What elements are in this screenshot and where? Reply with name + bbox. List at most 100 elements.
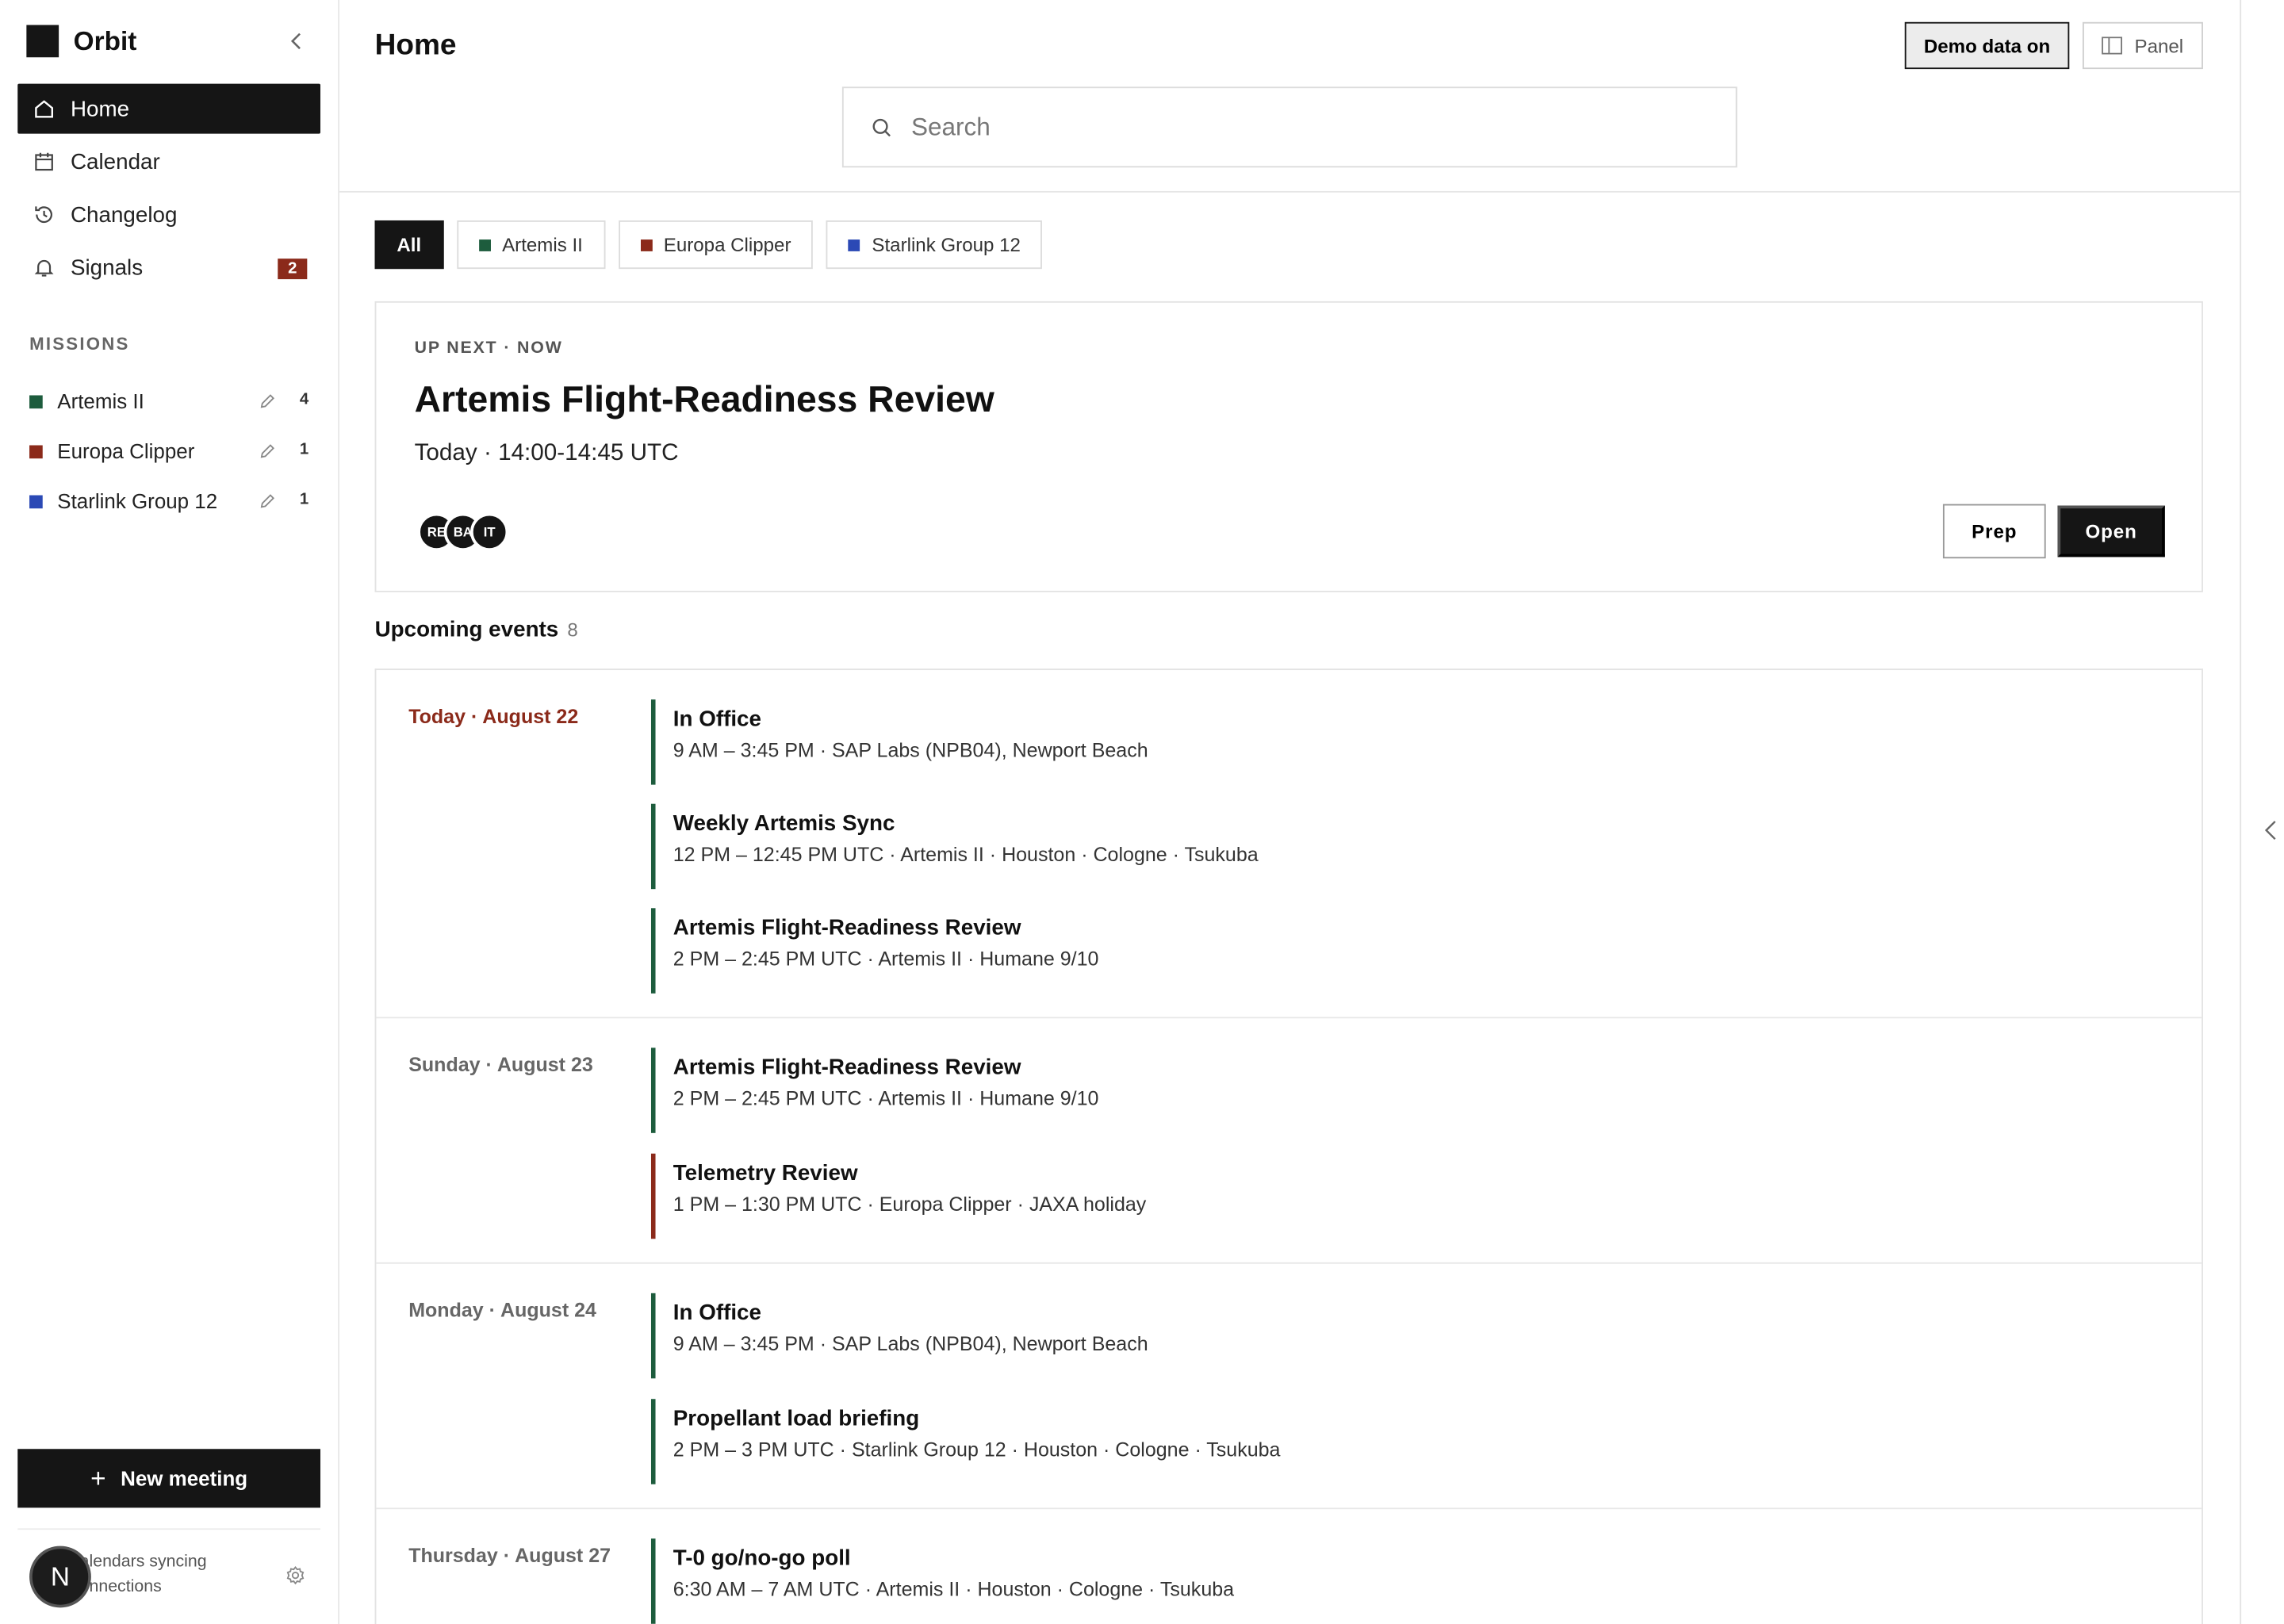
event-item[interactable]: T-0 go/no-go poll 6:30 AM – 7 AM UTC · A… [650, 1538, 1235, 1624]
filter-chip-artemis[interactable]: Artemis II [456, 220, 605, 270]
sidebar-item-label: Calendar [70, 149, 160, 174]
filter-chip-label: All [397, 233, 422, 256]
filter-chip-europa[interactable]: Europa Clipper [618, 220, 814, 270]
calendar-icon [35, 152, 53, 171]
sidebar-item-changelog[interactable]: Changelog [17, 190, 320, 239]
up-next-card: UP NEXT · NOW Artemis Flight-Readiness R… [374, 301, 2203, 592]
search-input[interactable] [910, 112, 1676, 142]
filter-chip-starlink[interactable]: Starlink Group 12 [826, 220, 1043, 270]
pencil-icon[interactable] [259, 492, 276, 510]
event-title: Propellant load briefing [673, 1406, 920, 1432]
mission-name: Europa Clipper [57, 439, 195, 463]
mission-count: 1 [299, 440, 309, 459]
event-item[interactable]: In Office 9 AM – 3:45 PM · SAP Labs (NPB… [650, 1293, 1148, 1379]
sidebar-item-label: Signals [70, 255, 144, 281]
mission-name: Artemis II [57, 389, 144, 413]
event-item[interactable]: In Office 9 AM – 3:45 PM · SAP Labs (NPB… [650, 699, 1148, 785]
event-title: Weekly Artemis Sync [673, 810, 895, 837]
mission-count: 4 [299, 390, 309, 409]
filter-chip-label: Europa Clipper [663, 233, 791, 256]
prep-button[interactable]: Prep [1942, 504, 2046, 559]
event-item[interactable]: Telemetry Review 1 PM – 1:30 PM UTC · Eu… [650, 1153, 1147, 1239]
day-group: Today · August 22 In Office 9 AM – 3:45 … [376, 670, 2202, 1019]
mission-color-dot [29, 394, 43, 408]
event-meta: 2 PM – 2:45 PM UTC · Artemis II · Humane… [673, 1087, 1099, 1110]
event-item[interactable]: Artemis Flight-Readiness Review 2 PM – 2… [650, 908, 1099, 994]
event-title: Telemetry Review [673, 1161, 858, 1186]
user-avatar[interactable]: N [29, 1545, 91, 1608]
mission-name: Starlink Group 12 [57, 489, 218, 513]
mission-item-europa[interactable]: Europa Clipper 1 [17, 426, 320, 476]
missions-section-label: MISSIONS [29, 333, 130, 354]
event-title: T-0 go/no-go poll [673, 1545, 851, 1572]
sidebar-nav: Home Calendar Changelog Signals 2 [17, 83, 320, 296]
mission-item-artemis[interactable]: Artemis II 4 [17, 376, 320, 426]
event-item[interactable]: Weekly Artemis Sync 12 PM – 12:45 PM UTC… [650, 803, 1259, 890]
up-next-title: Artemis Flight-Readiness Review [414, 379, 994, 421]
sidebar-item-home[interactable]: Home [17, 83, 320, 134]
pencil-icon[interactable] [259, 442, 276, 460]
right-panel-divider [2240, 0, 2242, 1624]
new-meeting-label: New meeting [121, 1466, 248, 1491]
event-item[interactable]: Propellant load briefing 2 PM – 3 PM UTC… [650, 1399, 1281, 1484]
event-title: Artemis Flight-Readiness Review [673, 1055, 1021, 1081]
event-meta: 6:30 AM – 7 AM UTC · Artemis II · Housto… [673, 1578, 1235, 1601]
sidebar-item-signals[interactable]: Signals 2 [17, 243, 320, 293]
bell-icon [34, 259, 54, 277]
day-label: Today · August 22 [408, 705, 579, 728]
event-item[interactable]: Artemis Flight-Readiness Review 2 PM – 2… [650, 1048, 1099, 1133]
gear-icon[interactable] [286, 1565, 306, 1586]
sidebar-item-label: Home [70, 96, 130, 121]
mission-color-dot [29, 494, 43, 508]
upcoming-events-count: 8 [567, 619, 578, 641]
chevron-left-icon[interactable] [286, 29, 309, 53]
plus-icon: + [90, 1462, 106, 1492]
event-title: In Office [673, 707, 761, 732]
new-meeting-button[interactable]: + New meeting [17, 1449, 320, 1508]
search-bar[interactable] [841, 86, 1738, 168]
filter-color-square [478, 239, 491, 251]
day-label: Thursday · August 27 [408, 1544, 611, 1567]
brand-name: Orbit [73, 25, 137, 56]
signals-badge: 2 [278, 259, 308, 280]
filter-chip-all[interactable]: All [374, 220, 443, 270]
filter-color-square [640, 239, 652, 251]
up-next-time: Today · 14:00-14:45 UTC [414, 440, 679, 466]
event-meta: 2 PM – 3 PM UTC · Starlink Group 12 · Ho… [673, 1438, 1281, 1461]
event-title: In Office [673, 1300, 761, 1326]
day-label: Monday · August 24 [408, 1299, 596, 1322]
panel-button[interactable]: Panel [2082, 21, 2203, 70]
event-meta: 12 PM – 12:45 PM UTC · Artemis II · Hous… [673, 843, 1259, 866]
brand[interactable]: Orbit [26, 25, 136, 58]
main-content: Home Demo data on Panel All Artemis II E… [339, 0, 2240, 1624]
panel-label: Panel [2134, 34, 2184, 57]
event-meta: 9 AM – 3:45 PM · SAP Labs (NPB04), Newpo… [673, 739, 1148, 761]
day-group: Monday · August 24 In Office 9 AM – 3:45… [376, 1264, 2202, 1510]
upcoming-events-list: Today · August 22 In Office 9 AM – 3:45 … [374, 668, 2203, 1624]
attendee-avatar[interactable]: IT [470, 512, 509, 551]
event-meta: 9 AM – 3:45 PM · SAP Labs (NPB04), Newpo… [673, 1332, 1148, 1355]
day-group: Sunday · August 23 Artemis Flight-Readin… [376, 1018, 2202, 1264]
header: Home Demo data on Panel [339, 0, 2240, 193]
open-button[interactable]: Open [2057, 505, 2165, 557]
pencil-icon[interactable] [259, 393, 276, 410]
missions-list: Artemis II 4 Europa Clipper 1 Starlink G… [17, 376, 320, 526]
panel-icon [2102, 36, 2123, 55]
filter-chip-label: Starlink Group 12 [872, 233, 1021, 256]
upcoming-events-title: Upcoming events [374, 617, 559, 642]
up-next-label: UP NEXT · NOW [414, 339, 563, 358]
attendee-avatars: RE BA IT [417, 512, 509, 551]
filter-color-square [848, 239, 860, 251]
search-icon [872, 117, 891, 136]
day-label: Sunday · August 23 [408, 1053, 593, 1076]
sidebar-item-calendar[interactable]: Calendar [17, 136, 320, 186]
page-title: Home [374, 29, 457, 62]
event-meta: 2 PM – 2:45 PM UTC · Artemis II · Humane… [673, 948, 1099, 971]
chevron-left-icon[interactable] [2263, 818, 2278, 842]
mission-count: 1 [299, 490, 309, 509]
mission-filters: All Artemis II Europa Clipper Starlink G… [374, 220, 1056, 270]
event-meta: 1 PM – 1:30 PM UTC · Europa Clipper · JA… [673, 1193, 1147, 1216]
demo-data-toggle[interactable]: Demo data on [1904, 21, 2070, 70]
home-icon [35, 100, 53, 118]
mission-item-starlink[interactable]: Starlink Group 12 1 [17, 476, 320, 526]
